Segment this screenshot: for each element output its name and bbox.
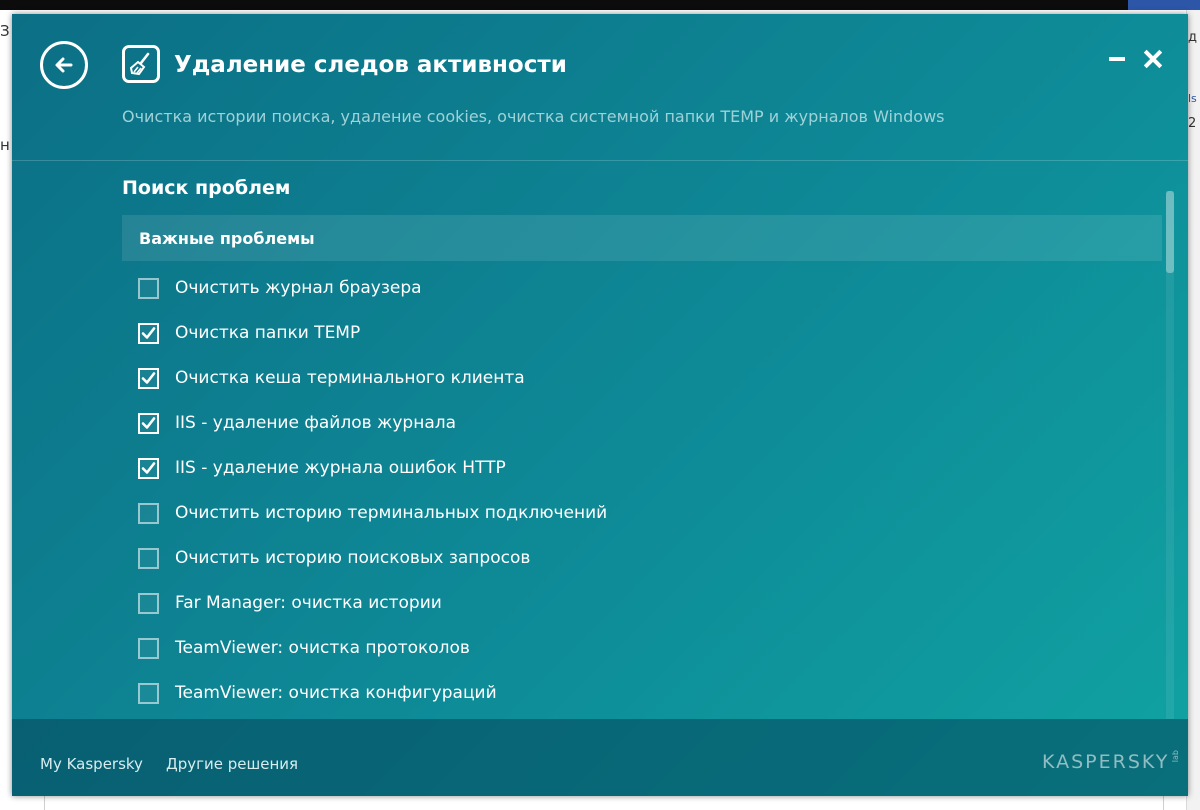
background-taskbar-fragment (1128, 0, 1200, 10)
checklist-item-label: TeamViewer: очистка конфигураций (175, 683, 497, 703)
kaspersky-logo: KASPERSKY lab (1042, 747, 1180, 777)
window-header: Удаление следов активности Очистка истор… (12, 14, 1188, 160)
checklist-item-label: Очистить историю терминальных подключени… (175, 503, 608, 523)
section-title: Поиск проблем (122, 177, 291, 199)
window-footer: My Kaspersky Другие решения KASPERSKY la… (12, 719, 1188, 796)
background-text-fragment: З (0, 22, 10, 40)
broom-icon (122, 45, 160, 83)
checkbox-unchecked[interactable] (138, 548, 159, 569)
checklist-item-label: Очистить историю поисковых запросов (175, 548, 531, 568)
other-solutions-link[interactable]: Другие решения (166, 755, 298, 773)
checkmark-icon (141, 417, 156, 429)
content-area: Поиск проблем Важные проблемы Очистить ж… (12, 161, 1188, 719)
checklist-item-label: Очистка кеша терминального клиента (175, 368, 525, 388)
background-text-fragment: ls (1188, 92, 1197, 105)
checklist-item[interactable]: IIS - удаление журнала ошибок HTTP (138, 458, 1138, 503)
brand-text: KASPERSKY (1042, 751, 1170, 773)
my-kaspersky-link[interactable]: My Kaspersky (40, 755, 143, 773)
checkmark-icon (141, 327, 156, 339)
cleanup-window: Удаление следов активности Очистка истор… (12, 14, 1188, 796)
checklist-item[interactable]: Очистить историю поисковых запросов (138, 548, 1138, 593)
back-arrow-icon (55, 57, 73, 73)
checklist-item[interactable]: Очистка папки TEMP (138, 323, 1138, 368)
checkbox-unchecked[interactable] (138, 683, 159, 704)
checkbox-checked[interactable] (138, 458, 159, 479)
checklist-item-label: Очистка папки TEMP (175, 323, 361, 343)
checklist-item-label: TeamViewer: очистка протоколов (175, 638, 470, 658)
problem-list: Очистить журнал браузера Очистка папки TE… (138, 278, 1138, 728)
checklist-item[interactable]: TeamViewer: очистка протоколов (138, 638, 1138, 683)
window-title: Удаление следов активности (174, 52, 567, 78)
brand-suffix: lab (1171, 750, 1181, 763)
background-text-fragment: д (1188, 30, 1197, 45)
background-top-strip (0, 0, 1200, 10)
checklist-item[interactable]: Far Manager: очистка истории (138, 593, 1138, 638)
checkbox-unchecked[interactable] (138, 503, 159, 524)
scrollbar[interactable] (1166, 191, 1174, 719)
checkmark-icon (141, 372, 156, 384)
checklist-item[interactable]: Очистка кеша терминального клиента (138, 368, 1138, 413)
checkbox-unchecked[interactable] (138, 638, 159, 659)
checkbox-unchecked[interactable] (138, 278, 159, 299)
checkmark-icon (141, 462, 156, 474)
checkbox-unchecked[interactable] (138, 593, 159, 614)
checklist-item-label: Far Manager: очистка истории (175, 593, 442, 613)
background-right-panel: д ls 2 (1186, 10, 1200, 810)
checklist-item-label: IIS - удаление файлов журнала (175, 413, 457, 433)
checkbox-checked[interactable] (138, 413, 159, 434)
group-header: Важные проблемы (122, 215, 1162, 261)
checklist-item[interactable]: Очистить журнал браузера (138, 278, 1138, 323)
checklist-item[interactable]: Очистить историю терминальных подключени… (138, 503, 1138, 548)
close-button[interactable] (1140, 46, 1166, 72)
group-title: Важные проблемы (139, 229, 315, 248)
scrollbar-thumb[interactable] (1166, 191, 1174, 273)
checklist-item[interactable]: IIS - удаление файлов журнала (138, 413, 1138, 458)
checklist-item-label: IIS - удаление журнала ошибок HTTP (175, 458, 506, 478)
checkbox-checked[interactable] (138, 368, 159, 389)
minimize-button[interactable] (1104, 46, 1130, 72)
background-text-fragment: 2 (1188, 116, 1197, 131)
background-text-fragment: н (0, 136, 10, 154)
checkbox-checked[interactable] (138, 323, 159, 344)
background-bottom-strip (44, 796, 1164, 810)
window-subtitle: Очистка истории поиска, удаление cookies… (122, 107, 945, 126)
back-button[interactable] (40, 41, 88, 89)
checklist-item-label: Очистить журнал браузера (175, 278, 422, 298)
